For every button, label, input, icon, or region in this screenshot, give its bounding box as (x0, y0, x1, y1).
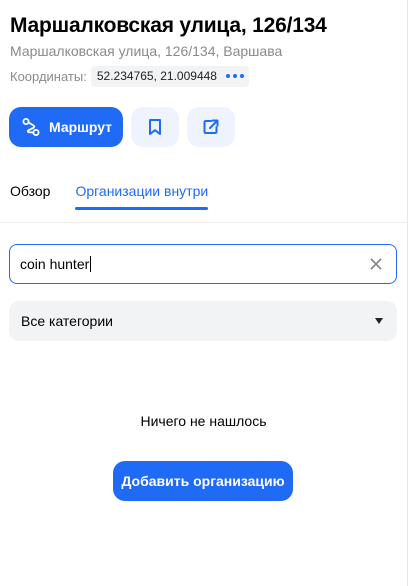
share-button[interactable] (187, 107, 235, 147)
tabs-divider (0, 222, 407, 223)
place-address: Маршалковская улица, 126/134, Варшава (10, 43, 283, 59)
bookmark-button[interactable] (131, 107, 179, 147)
route-button-label: Маршрут (49, 119, 113, 135)
bookmark-icon (149, 119, 161, 135)
coordinates-row: Координаты: 52.234765, 21.009448 (10, 65, 249, 87)
place-card: Маршалковская улица, 126/134 Маршалковск… (0, 0, 408, 586)
text-cursor (90, 256, 92, 272)
tab-organizations-inside[interactable]: Организации внутри (75, 183, 208, 210)
category-select[interactable]: Все категории (9, 301, 397, 341)
coordinates-value: 52.234765, 21.009448 (96, 69, 217, 83)
add-organization-button[interactable]: Добавить организацию (113, 461, 293, 501)
category-select-value: Все категории (21, 313, 113, 329)
coordinates-label: Координаты: (10, 68, 87, 84)
search-input[interactable]: coin hunter (9, 244, 397, 284)
coordinates-chip[interactable]: 52.234765, 21.009448 (90, 65, 249, 87)
close-icon[interactable] (369, 257, 383, 271)
more-dots-icon[interactable] (225, 74, 244, 78)
action-bar: Маршрут (9, 107, 235, 147)
search-input-value: coin hunter (20, 256, 90, 272)
route-button[interactable]: Маршрут (9, 107, 123, 147)
tab-bar: Обзор Организации внутри (10, 183, 208, 210)
caret-down-icon (375, 318, 383, 324)
tab-overview[interactable]: Обзор (10, 183, 50, 209)
empty-results-message: Ничего не нашлось (140, 413, 267, 429)
page-title: Маршалковская улица, 126/134 (10, 14, 327, 37)
share-icon (203, 119, 219, 134)
route-icon (22, 118, 40, 136)
